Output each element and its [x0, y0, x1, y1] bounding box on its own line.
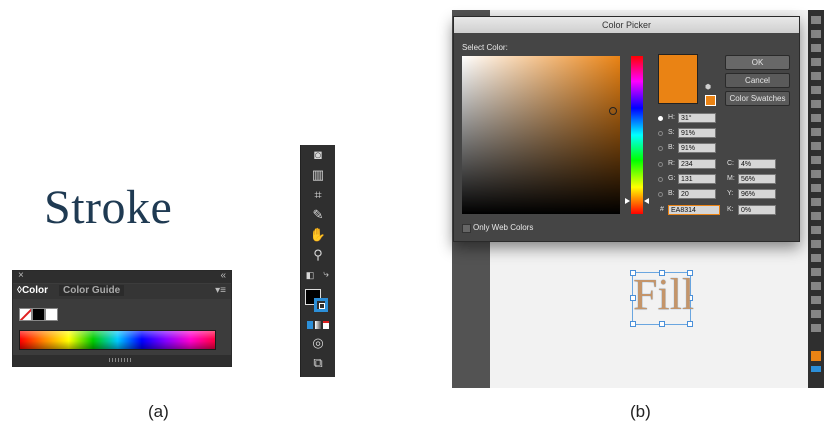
stroke-swatch[interactable]: [314, 298, 328, 312]
panel-menu-icon[interactable]: ▾≡: [215, 285, 226, 296]
collapse-icon[interactable]: «: [220, 270, 226, 281]
fill-sample-text: Fill: [633, 270, 695, 319]
draw-modes-icon[interactable]: ◎: [309, 335, 327, 351]
s-input[interactable]: 91%: [678, 128, 716, 138]
hue-slider-handle-right[interactable]: [644, 198, 649, 204]
color-mode-icon[interactable]: [307, 321, 313, 329]
g-radio[interactable]: [658, 177, 663, 182]
web-safe-color-swatch[interactable]: [705, 95, 716, 106]
cube-icon[interactable]: ⬢: [705, 84, 712, 91]
resize-grip[interactable]: [13, 355, 231, 366]
hue-slider[interactable]: [631, 56, 643, 214]
panel-tab-bar: ◊Color Color Guide ▾≡: [13, 284, 231, 299]
k-input[interactable]: 0%: [738, 205, 776, 215]
saturation-brightness-field[interactable]: [462, 56, 620, 214]
default-colors-icon[interactable]: ◧: [303, 267, 317, 283]
color-picker-dialog: Color Picker Select Color: Only Web Colo…: [453, 16, 800, 242]
c-input[interactable]: 4%: [738, 159, 776, 169]
only-web-colors-label: Only Web Colors: [473, 223, 534, 232]
none-swatch[interactable]: [19, 308, 32, 321]
black-swatch[interactable]: [32, 308, 45, 321]
r-input[interactable]: 234: [678, 159, 716, 169]
resize-handle[interactable]: [687, 321, 693, 327]
g-input[interactable]: 131: [678, 174, 716, 184]
m-input[interactable]: 56%: [738, 174, 776, 184]
b-radio[interactable]: [658, 146, 663, 151]
zoom-icon[interactable]: ⚲: [309, 247, 327, 263]
r-radio[interactable]: [658, 162, 663, 167]
panel-header: × «: [13, 270, 231, 283]
hex-input[interactable]: EA8314: [668, 205, 720, 215]
h-input[interactable]: 31°: [678, 113, 716, 123]
blue-radio[interactable]: [658, 192, 663, 197]
h-label: H:: [668, 114, 675, 121]
graph-icon[interactable]: ▥: [309, 167, 327, 183]
y-input[interactable]: 96%: [738, 189, 776, 199]
hand-icon[interactable]: ✋: [309, 227, 327, 243]
hex-label: #: [660, 206, 664, 213]
g-label: G:: [668, 175, 676, 182]
c-label: C:: [727, 160, 734, 167]
color-swatches-button[interactable]: Color Swatches: [725, 91, 790, 106]
h-radio[interactable]: [658, 116, 663, 121]
m-label: M:: [727, 175, 735, 182]
swap-colors-icon[interactable]: ⤷: [319, 267, 333, 283]
object-icon[interactable]: ◙: [309, 147, 327, 163]
slice-icon[interactable]: ✎: [309, 207, 327, 223]
close-icon[interactable]: ×: [18, 270, 24, 281]
blue-label: B:: [668, 190, 675, 197]
color-mode-buttons: [307, 321, 329, 330]
tab-color[interactable]: ◊Color: [17, 285, 48, 296]
dialog-title: Color Picker: [454, 17, 799, 33]
new-color-preview: [658, 54, 698, 104]
hue-slider-handle-left[interactable]: [625, 198, 630, 204]
caption-b: (b): [630, 402, 651, 421]
artboard-icon[interactable]: ⌗: [309, 187, 327, 203]
blue-input[interactable]: 20: [678, 189, 716, 199]
screen-mode-icon[interactable]: ⧉: [309, 355, 327, 371]
ok-button[interactable]: OK: [725, 55, 790, 70]
resize-handle[interactable]: [630, 321, 636, 327]
fill-swatch-orange[interactable]: [811, 351, 821, 361]
caption-a: (a): [148, 402, 169, 421]
white-swatch[interactable]: [45, 308, 58, 321]
select-color-label: Select Color:: [462, 43, 508, 52]
s-label: S:: [668, 129, 675, 136]
tab-color-guide[interactable]: Color Guide: [59, 285, 125, 296]
b-label: B:: [668, 144, 675, 151]
cancel-button[interactable]: Cancel: [725, 73, 790, 88]
color-spectrum-bar[interactable]: [19, 330, 216, 350]
s-radio[interactable]: [658, 131, 663, 136]
k-label: K:: [727, 206, 734, 213]
tools-panel-right: [808, 10, 824, 388]
y-label: Y:: [727, 190, 734, 197]
color-panel: × « ◊Color Color Guide ▾≡: [12, 270, 232, 367]
resize-handle[interactable]: [659, 321, 665, 327]
tools-panel: ◙ ▥ ⌗ ✎ ✋ ⚲ ◧ ⤷ ◎ ⧉: [300, 145, 335, 377]
color-marker[interactable]: [609, 107, 617, 115]
r-label: R:: [668, 160, 675, 167]
gradient-mode-icon[interactable]: [315, 321, 321, 329]
stroke-sample-text: Stroke: [44, 181, 173, 234]
none-mode-icon[interactable]: [323, 321, 329, 329]
b-input[interactable]: 91%: [678, 143, 716, 153]
color-mode-icon[interactable]: [811, 366, 821, 372]
only-web-colors-checkbox[interactable]: [462, 224, 471, 233]
